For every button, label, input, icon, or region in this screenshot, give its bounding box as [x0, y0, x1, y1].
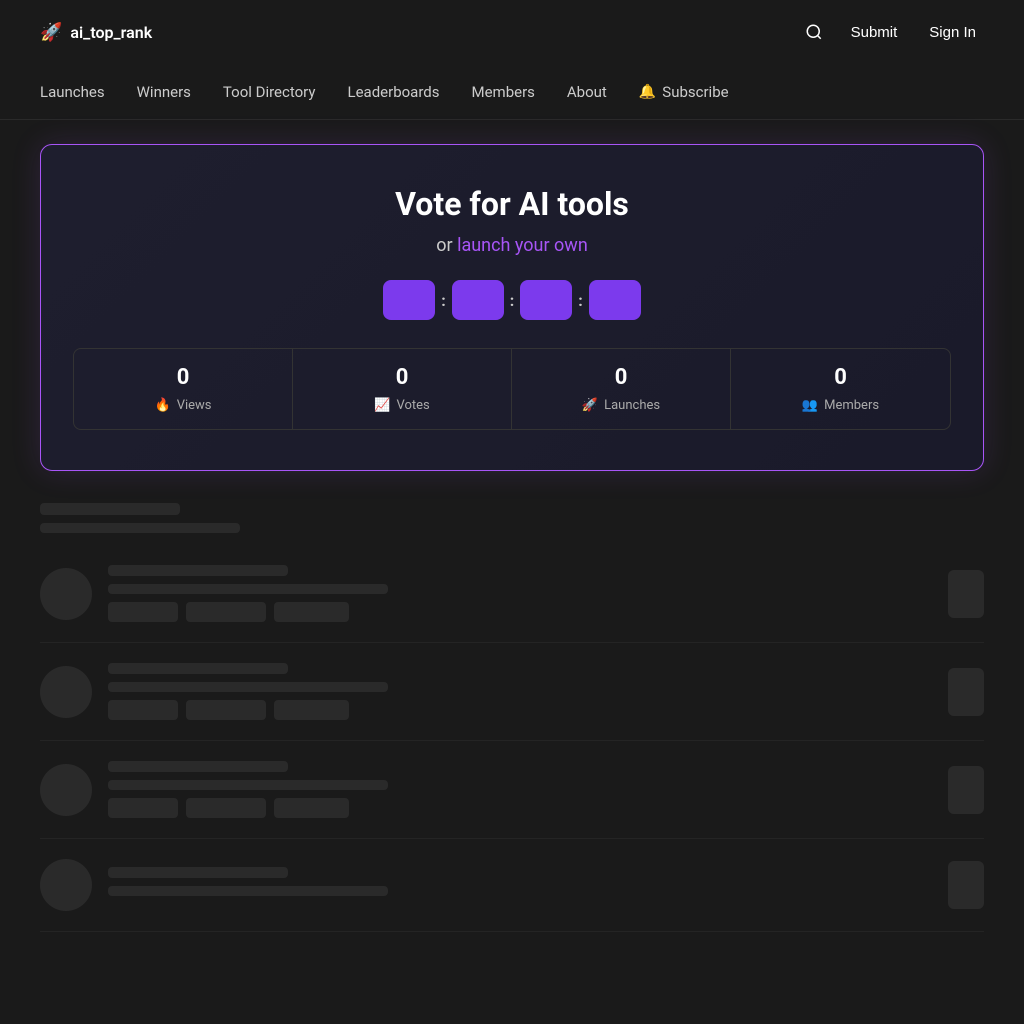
- list-item-content: [108, 761, 932, 818]
- skeleton-header-title: [40, 503, 180, 515]
- skeleton-tag: [186, 602, 266, 622]
- avatar: [40, 568, 92, 620]
- skeleton-desc: [108, 886, 388, 896]
- skeleton-name: [108, 565, 288, 576]
- skeleton-tag: [186, 700, 266, 720]
- signin-button[interactable]: Sign In: [921, 20, 984, 45]
- stat-launches: 0 🚀 Launches: [512, 349, 731, 429]
- countdown-minutes: [452, 280, 504, 320]
- submit-button[interactable]: Submit: [843, 20, 906, 45]
- hero-container: Vote for AI tools or launch your own : :…: [0, 120, 1024, 495]
- search-button[interactable]: [801, 19, 827, 45]
- avatar: [40, 764, 92, 816]
- nav-item-about[interactable]: About: [567, 83, 607, 101]
- countdown-sep-3: :: [576, 291, 585, 310]
- skeleton-tag: [274, 798, 349, 818]
- skeleton-tag: [274, 602, 349, 622]
- stat-votes: 0 📈 Votes: [293, 349, 512, 429]
- stat-views-number: 0: [90, 365, 276, 390]
- vote-button[interactable]: [948, 570, 984, 618]
- hero-subtitle-prefix: or: [436, 235, 457, 256]
- stat-members-number: 0: [747, 365, 934, 390]
- list-item: [40, 839, 984, 932]
- skeleton-name: [108, 761, 288, 772]
- countdown: : : :: [73, 280, 951, 320]
- skeleton-tags: [108, 700, 932, 720]
- nav-item-leaderboards[interactable]: Leaderboards: [348, 83, 440, 101]
- nav-item-members[interactable]: Members: [471, 83, 534, 101]
- countdown-sep-1: :: [439, 291, 448, 310]
- hero-subtitle: or launch your own: [73, 235, 951, 256]
- skeleton-tag: [108, 798, 178, 818]
- hero-card: Vote for AI tools or launch your own : :…: [40, 144, 984, 471]
- countdown-seconds: [520, 280, 572, 320]
- list-item: [40, 741, 984, 839]
- skeleton-desc: [108, 584, 388, 594]
- stat-launches-label: 🚀 Launches: [528, 398, 714, 413]
- stat-views: 0 🔥 Views: [74, 349, 293, 429]
- list-item: [40, 545, 984, 643]
- skeleton-tag: [108, 700, 178, 720]
- hero-title: Vote for AI tools: [73, 185, 951, 223]
- vote-button[interactable]: [948, 766, 984, 814]
- stat-views-label: 🔥 Views: [90, 398, 276, 413]
- countdown-sep-2: :: [508, 291, 517, 310]
- main-nav: Launches Winners Tool Directory Leaderbo…: [0, 64, 1024, 120]
- nav-item-winners[interactable]: Winners: [137, 83, 191, 101]
- skeleton-desc: [108, 780, 388, 790]
- skeleton-tag: [108, 602, 178, 622]
- nav-item-tool-directory[interactable]: Tool Directory: [223, 83, 316, 101]
- nav-item-launches[interactable]: Launches: [40, 83, 105, 101]
- list-item-content: [108, 663, 932, 720]
- vote-button[interactable]: [948, 861, 984, 909]
- stat-launches-number: 0: [528, 365, 714, 390]
- countdown-hours: [383, 280, 435, 320]
- logo-text: ai_top_rank: [70, 23, 152, 42]
- launch-link[interactable]: launch your own: [457, 235, 588, 256]
- stat-members: 0 👥 Members: [731, 349, 950, 429]
- skeleton-name: [108, 663, 288, 674]
- avatar: [40, 859, 92, 911]
- subscribe-label: Subscribe: [662, 83, 728, 101]
- skeleton-tags: [108, 798, 932, 818]
- logo-icon: 🚀: [40, 22, 62, 43]
- person-icon: 🚀: [582, 398, 598, 413]
- countdown-ms: [589, 280, 641, 320]
- header-actions: Submit Sign In: [801, 19, 984, 45]
- skeleton-tag: [274, 700, 349, 720]
- nav-subscribe[interactable]: 🔔 Subscribe: [639, 83, 729, 101]
- list-header: [40, 503, 984, 533]
- logo[interactable]: 🚀 ai_top_rank: [40, 22, 152, 43]
- bell-icon: 🔔: [639, 84, 656, 100]
- stat-votes-number: 0: [309, 365, 495, 390]
- stat-members-label: 👥 Members: [747, 398, 934, 413]
- stat-votes-label: 📈 Votes: [309, 398, 495, 413]
- skeleton-tag: [186, 798, 266, 818]
- skeleton-desc: [108, 682, 388, 692]
- skeleton-header-subtitle: [40, 523, 240, 533]
- list-container: [0, 503, 1024, 932]
- trending-icon: 📈: [374, 398, 390, 413]
- vote-button[interactable]: [948, 668, 984, 716]
- header: 🚀 ai_top_rank Submit Sign In: [0, 0, 1024, 64]
- group-icon: 👥: [802, 398, 818, 413]
- list-item-content: [108, 867, 932, 904]
- fire-icon: 🔥: [155, 398, 171, 413]
- list-item-content: [108, 565, 932, 622]
- avatar: [40, 666, 92, 718]
- skeleton-name: [108, 867, 288, 878]
- skeleton-tags: [108, 602, 932, 622]
- stats-row: 0 🔥 Views 0 📈 Votes 0 🚀 Launches: [73, 348, 951, 430]
- list-item: [40, 643, 984, 741]
